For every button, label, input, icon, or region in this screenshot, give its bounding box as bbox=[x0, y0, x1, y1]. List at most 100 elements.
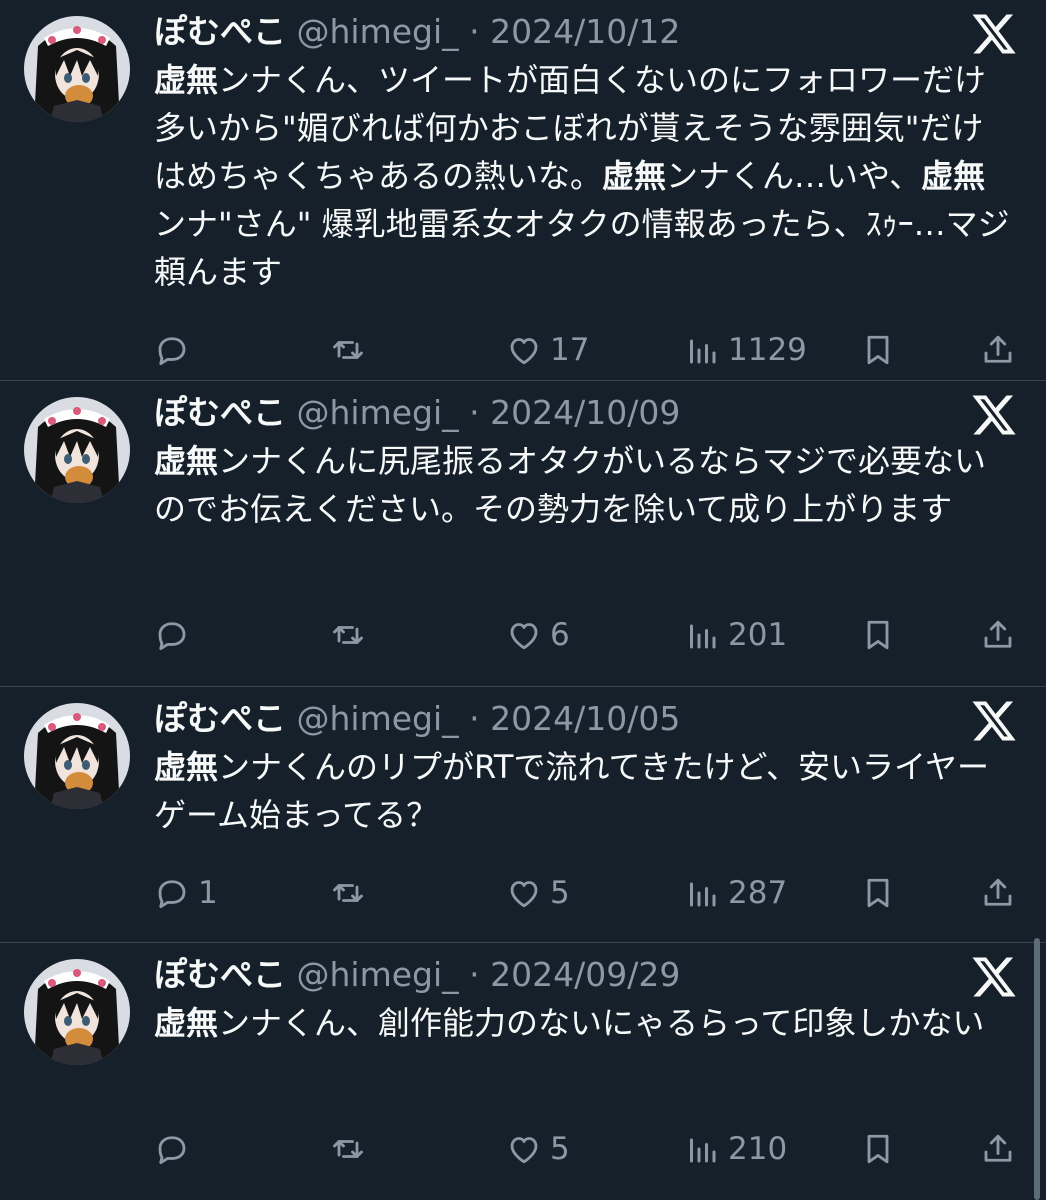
like-count: 5 bbox=[550, 1131, 570, 1167]
tweet-header: ぽむぺこ @himegi_ · 2024/10/12 bbox=[154, 10, 680, 54]
retweet-button[interactable] bbox=[330, 611, 366, 659]
reply-button[interactable]: 1 bbox=[154, 869, 218, 917]
retweet-button[interactable] bbox=[330, 869, 366, 917]
text-emphasis: 虚無 bbox=[602, 157, 667, 195]
retweet-button[interactable] bbox=[330, 1125, 366, 1173]
like-button[interactable]: 5 bbox=[506, 869, 570, 917]
author-name[interactable]: ぽむぺこ bbox=[154, 393, 286, 432]
separator-dot: · bbox=[469, 393, 480, 432]
retweet-icon bbox=[330, 1131, 366, 1167]
avatar[interactable] bbox=[24, 959, 130, 1065]
tweet-divider bbox=[0, 942, 1046, 943]
reply-icon bbox=[154, 617, 190, 653]
reply-button[interactable] bbox=[154, 611, 198, 659]
like-count: 17 bbox=[550, 332, 590, 368]
view-count: 210 bbox=[728, 1131, 788, 1167]
heart-icon bbox=[506, 332, 542, 368]
reply-button[interactable] bbox=[154, 1125, 198, 1173]
action-bar: 6 201 bbox=[154, 611, 1024, 659]
share-button[interactable] bbox=[980, 1125, 1016, 1173]
avatar-image bbox=[24, 16, 130, 122]
avatar[interactable] bbox=[24, 397, 130, 503]
share-icon bbox=[980, 332, 1016, 368]
reply-icon bbox=[154, 875, 190, 911]
bookmark-icon bbox=[860, 875, 896, 911]
share-icon bbox=[980, 617, 1016, 653]
reply-icon bbox=[154, 1131, 190, 1167]
text-emphasis: 虚無 bbox=[921, 157, 986, 195]
tweet-date[interactable]: 2024/09/29 bbox=[490, 955, 680, 994]
retweet-button[interactable] bbox=[330, 326, 366, 374]
text-segment: ンナくん…いや、 bbox=[666, 157, 922, 195]
like-button[interactable]: 17 bbox=[506, 326, 589, 374]
heart-icon bbox=[506, 875, 542, 911]
bookmark-button[interactable] bbox=[860, 869, 896, 917]
x-logo-icon bbox=[970, 697, 1018, 745]
views-button[interactable]: 210 bbox=[684, 1125, 787, 1173]
tweet[interactable]: ぽむぺこ @himegi_ · 2024/10/09 虚無ンナくんに尻尾振るオタ… bbox=[0, 381, 1046, 686]
bookmark-button[interactable] bbox=[860, 611, 896, 659]
views-icon bbox=[684, 617, 720, 653]
text-segment: ンナくんのリプがRTで流れてきたけど、安いライヤーゲーム始まってる？ bbox=[154, 748, 989, 834]
like-count: 6 bbox=[550, 617, 570, 653]
tweet-date[interactable]: 2024/10/05 bbox=[490, 699, 680, 738]
author-name[interactable]: ぽむぺこ bbox=[154, 699, 286, 738]
tweet[interactable]: ぽむぺこ @himegi_ · 2024/10/12 虚無ンナくん、ツイートが面… bbox=[0, 0, 1046, 380]
tweet-date[interactable]: 2024/10/09 bbox=[490, 393, 680, 432]
like-button[interactable]: 5 bbox=[506, 1125, 570, 1173]
reply-button[interactable] bbox=[154, 326, 198, 374]
text-segment: ンナくん、創作能力のないにゃるらって印象しかない bbox=[218, 1004, 985, 1042]
avatar[interactable] bbox=[24, 16, 130, 122]
separator-dot: · bbox=[469, 12, 480, 51]
bookmark-icon bbox=[860, 332, 896, 368]
scrollbar[interactable] bbox=[1034, 938, 1040, 1200]
retweet-icon bbox=[330, 332, 366, 368]
tweet-divider bbox=[0, 380, 1046, 381]
author-handle[interactable]: @himegi_ bbox=[297, 955, 459, 994]
view-count: 287 bbox=[728, 875, 788, 911]
tweet-text: 虚無ンナくんに尻尾振るオタクがいるならマジで必要ないのでお伝えください。その勢力… bbox=[154, 437, 1014, 581]
separator-dot: · bbox=[469, 699, 480, 738]
author-name[interactable]: ぽむぺこ bbox=[154, 12, 286, 51]
reply-count: 1 bbox=[198, 875, 218, 911]
author-name[interactable]: ぽむぺこ bbox=[154, 955, 286, 994]
views-button[interactable]: 1129 bbox=[684, 326, 807, 374]
avatar[interactable] bbox=[24, 703, 130, 809]
tweet[interactable]: ぽむぺこ @himegi_ · 2024/09/29 虚無ンナくん、創作能力のな… bbox=[0, 943, 1046, 1200]
like-button[interactable]: 6 bbox=[506, 611, 570, 659]
text-emphasis: 虚無 bbox=[154, 1004, 219, 1042]
separator-dot: · bbox=[469, 955, 480, 994]
x-logo-icon bbox=[970, 953, 1018, 1001]
author-handle[interactable]: @himegi_ bbox=[297, 699, 459, 738]
retweet-icon bbox=[330, 875, 366, 911]
bookmark-button[interactable] bbox=[860, 1125, 896, 1173]
bookmark-button[interactable] bbox=[860, 326, 896, 374]
views-icon bbox=[684, 332, 720, 368]
tweet[interactable]: ぽむぺこ @himegi_ · 2024/10/05 虚無ンナくんのリプがRTで… bbox=[0, 687, 1046, 942]
like-count: 5 bbox=[550, 875, 570, 911]
retweet-icon bbox=[330, 617, 366, 653]
avatar-image bbox=[24, 703, 130, 809]
heart-icon bbox=[506, 1131, 542, 1167]
share-button[interactable] bbox=[980, 869, 1016, 917]
tweet-date[interactable]: 2024/10/12 bbox=[490, 12, 680, 51]
text-segment: ンナくんに尻尾振るオタクがいるならマジで必要ないのでお伝えください。その勢力を除… bbox=[154, 442, 987, 528]
tweet-text: 虚無ンナくん、創作能力のないにゃるらって印象しかない bbox=[154, 999, 1014, 1095]
share-button[interactable] bbox=[980, 611, 1016, 659]
views-icon bbox=[684, 875, 720, 911]
reply-icon bbox=[154, 332, 190, 368]
text-emphasis: 虚無 bbox=[154, 61, 219, 99]
x-logo-icon bbox=[970, 10, 1018, 58]
view-count: 1129 bbox=[728, 332, 807, 368]
author-handle[interactable]: @himegi_ bbox=[297, 12, 459, 51]
bookmark-icon bbox=[860, 1131, 896, 1167]
x-logo-icon bbox=[970, 391, 1018, 439]
views-button[interactable]: 287 bbox=[684, 869, 787, 917]
author-handle[interactable]: @himegi_ bbox=[297, 393, 459, 432]
views-button[interactable]: 201 bbox=[684, 611, 787, 659]
share-icon bbox=[980, 875, 1016, 911]
avatar-image bbox=[24, 959, 130, 1065]
action-bar: 1 5 287 bbox=[154, 869, 1024, 917]
views-icon bbox=[684, 1131, 720, 1167]
share-button[interactable] bbox=[980, 326, 1016, 374]
